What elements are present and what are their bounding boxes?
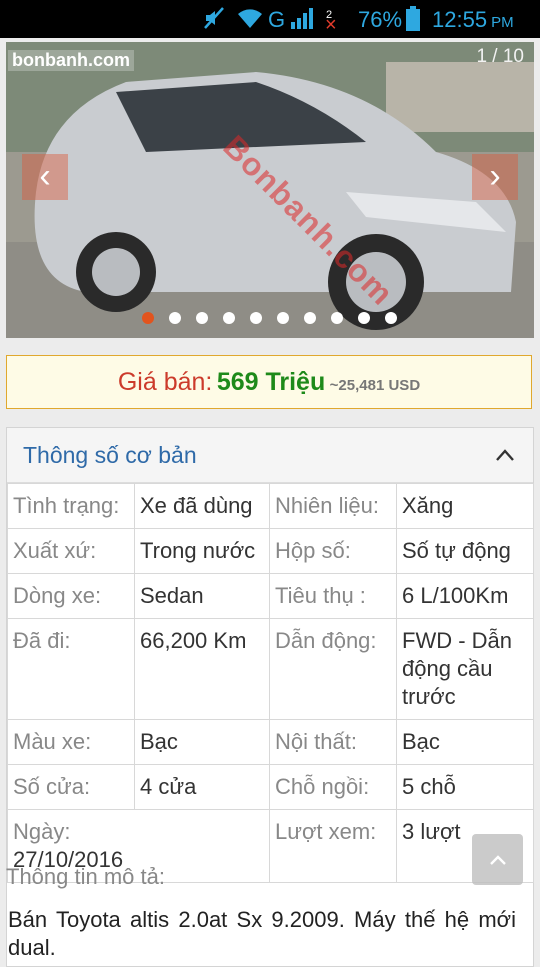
signal-bars-icon: [290, 6, 316, 36]
chevron-up-icon[interactable]: [495, 442, 515, 468]
slide-dot[interactable]: [196, 312, 208, 324]
site-logo: bonbanh.com: [8, 50, 134, 71]
slide-indicators: [142, 312, 412, 326]
prev-photo-button[interactable]: ‹: [22, 154, 68, 200]
wifi-icon: [236, 6, 264, 36]
price-box: Giá bán: 569 Triệu ~25,481 USD: [6, 355, 532, 409]
spec-row: Xuất xứ: Trong nước Hộp số: Số tự động: [7, 528, 534, 574]
next-photo-button[interactable]: ›: [472, 154, 518, 200]
spec-value: 66,200 Km: [134, 618, 270, 720]
spec-row: Tình trạng: Xe đã dùng Nhiên liệu: Xăng: [7, 483, 534, 529]
slide-dot[interactable]: [385, 312, 397, 324]
spec-row: Số cửa: 4 cửa Chỗ ngồi: 5 chỗ: [7, 764, 534, 810]
battery-icon: [405, 6, 421, 38]
slide-dot[interactable]: [277, 312, 289, 324]
slide-dot[interactable]: [223, 312, 235, 324]
spec-value: Sedan: [134, 573, 270, 619]
spec-key: Ngày:: [13, 819, 71, 844]
slide-dot[interactable]: [142, 312, 154, 324]
slide-dot[interactable]: [331, 312, 343, 324]
photo-counter: 1 / 10: [476, 46, 524, 67]
spec-value: Bạc: [396, 719, 534, 765]
specs-panel-header[interactable]: Thông số cơ bản: [7, 428, 533, 483]
spec-value: 5 chỗ: [396, 764, 534, 810]
slide-dot[interactable]: [169, 312, 181, 324]
no-sim-icon: ×: [325, 14, 337, 36]
clock: 12:55 PM: [432, 7, 514, 32]
photo-gallery[interactable]: bonbanh.com Bonbanh.com 1 / 10 ‹ ›: [6, 42, 534, 338]
battery-percent: 76%: [358, 7, 403, 32]
spec-value: Xăng: [396, 483, 534, 529]
specs-table: Tình trạng: Xe đã dùng Nhiên liệu: Xăng Xuất…: [7, 483, 534, 883]
spec-key: Nhiên liệu:: [269, 483, 397, 529]
slide-dot[interactable]: [304, 312, 316, 324]
slide-dot[interactable]: [358, 312, 370, 324]
spec-row: Đã đi: 66,200 Km Dẫn động: FWD - Dẫn động c…: [7, 618, 534, 720]
spec-key: Đã đi:: [7, 618, 135, 720]
chevron-right-icon: ›: [489, 157, 501, 195]
description-label: Thông tin mô tả:: [6, 864, 165, 889]
network-type: G: [268, 7, 286, 32]
spec-row: Màu xe: Bạc Nội thất: Bạc: [7, 719, 534, 765]
spec-value: Trong nước: [134, 528, 270, 574]
specs-title: Thông số cơ bản: [23, 442, 197, 468]
spec-key: Lượt xem:: [269, 809, 397, 883]
price-usd: ~25,481 USD: [329, 377, 421, 394]
spec-value: 4 cửa: [134, 764, 270, 810]
price-label: Giá bán:: [117, 368, 213, 396]
spec-key: Dòng xe:: [7, 573, 135, 619]
price-value: 569 Triệu: [216, 368, 326, 396]
spec-key: Chỗ ngồi:: [269, 764, 397, 810]
slide-dot[interactable]: [250, 312, 262, 324]
spec-value: FWD - Dẫn động cầu trước: [396, 618, 534, 720]
spec-key: Dẫn động:: [269, 618, 397, 720]
spec-key: Nội thất:: [269, 719, 397, 765]
spec-value: Số tự động: [396, 528, 534, 574]
spec-key: Màu xe:: [7, 719, 135, 765]
spec-value: Xe đã dùng: [134, 483, 270, 529]
spec-key: Xuất xứ:: [7, 528, 135, 574]
arrow-up-icon: [488, 846, 508, 873]
scroll-to-top-button[interactable]: [472, 834, 523, 885]
spec-value: Bạc: [134, 719, 270, 765]
spec-value: 6 L/100Km: [396, 573, 534, 619]
volume-muted-icon: [203, 6, 227, 36]
spec-key: Tình trạng:: [7, 483, 135, 529]
chevron-left-icon: ‹: [39, 157, 51, 195]
spec-key: Hộp số:: [269, 528, 397, 574]
status-bar: G 2 × 76% 12:55 PM: [0, 0, 540, 38]
spec-key: Số cửa:: [7, 764, 135, 810]
spec-row: Dòng xe: Sedan Tiêu thụ :6 L/100Km: [7, 573, 534, 619]
description-text: Bán Toyota altis 2.0at Sx 9.2009. Máy th…: [8, 907, 516, 960]
spec-key: Tiêu thụ :: [269, 573, 397, 619]
